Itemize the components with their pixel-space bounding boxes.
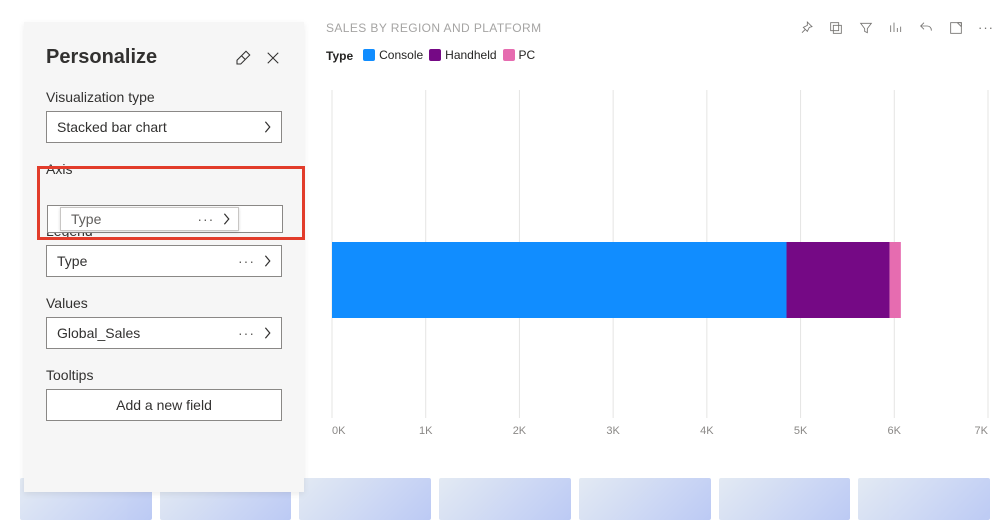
- legend-swatch: [503, 49, 515, 61]
- visualization-type-label: Visualization type: [46, 89, 282, 105]
- panel-header: Personalize: [46, 46, 282, 69]
- axis-label: Axis: [46, 161, 282, 177]
- values-label: Values: [46, 295, 282, 311]
- panel-title: Personalize: [46, 46, 157, 69]
- pin-icon[interactable]: [798, 20, 814, 36]
- personalize-panel: Personalize Visualization type Stacked b…: [24, 22, 304, 492]
- visual-toolbar: ···: [798, 20, 994, 36]
- copy-icon[interactable]: [828, 20, 844, 36]
- add-tooltips-button[interactable]: Add a new field: [46, 389, 282, 421]
- focus-icon[interactable]: [948, 20, 964, 36]
- x-axis-tick-label: 2K: [513, 425, 527, 437]
- chart-visual: SALES BY REGION AND PLATFORM ··· Type Co…: [320, 20, 1000, 480]
- legend-field-value: Type: [57, 253, 87, 269]
- legend-item[interactable]: PC: [503, 48, 536, 62]
- legend-swatch: [429, 49, 441, 61]
- values-section: Values Global_Sales ···: [46, 295, 282, 349]
- chevron-right-icon: [263, 326, 273, 340]
- bar-segment[interactable]: [332, 242, 787, 318]
- legend-item[interactable]: Console: [363, 48, 423, 62]
- visualization-type-select[interactable]: Stacked bar chart: [46, 111, 282, 143]
- chevron-right-icon: [263, 254, 273, 268]
- x-axis-tick-label: 3K: [606, 425, 620, 437]
- x-axis-tick-label: 4K: [700, 425, 714, 437]
- tooltips-label: Tooltips: [46, 367, 282, 383]
- insights-icon[interactable]: [888, 20, 904, 36]
- legend-swatch: [363, 49, 375, 61]
- filter-icon[interactable]: [858, 20, 874, 36]
- bar-segment[interactable]: [787, 242, 890, 318]
- values-field[interactable]: Global_Sales ···: [46, 317, 282, 349]
- add-tooltips-label: Add a new field: [116, 397, 212, 413]
- x-axis-tick-label: 7K: [975, 425, 989, 437]
- chart-header: SALES BY REGION AND PLATFORM ···: [320, 20, 1000, 36]
- x-axis-tick-label: 6K: [888, 425, 902, 437]
- x-axis-tick-label: 0K: [332, 425, 346, 437]
- legend-field[interactable]: Type ···: [46, 245, 282, 277]
- close-icon[interactable]: [264, 49, 282, 67]
- bar-segment[interactable]: [890, 242, 901, 318]
- legend-item[interactable]: Handheld: [429, 48, 496, 62]
- chart-plot-area[interactable]: 0K 1K 2K 3K 4K 5K 6K 7K: [326, 80, 994, 438]
- values-field-value: Global_Sales: [57, 325, 140, 341]
- x-axis-tick-label: 5K: [794, 425, 808, 437]
- chart-title: SALES BY REGION AND PLATFORM: [326, 21, 541, 35]
- tooltips-section: Tooltips Add a new field: [46, 367, 282, 421]
- axis-drag-chip[interactable]: Type ···: [60, 207, 239, 231]
- undo-icon[interactable]: [918, 20, 934, 36]
- more-icon[interactable]: ···: [197, 211, 214, 227]
- legend-item-label: Handheld: [445, 48, 496, 62]
- axis-section: Axis: [46, 161, 282, 177]
- visualization-type-value: Stacked bar chart: [57, 119, 167, 135]
- x-axis-tick-label: 1K: [419, 425, 433, 437]
- panel-actions: [234, 49, 282, 67]
- legend-title: Type: [326, 49, 353, 63]
- eraser-icon[interactable]: [234, 49, 252, 67]
- visualization-type-section: Visualization type Stacked bar chart: [46, 89, 282, 143]
- legend-item-label: PC: [519, 48, 536, 62]
- chart-legend: Type Console Handheld PC: [320, 48, 1000, 64]
- legend-item-label: Console: [379, 48, 423, 62]
- chevron-right-icon: [222, 212, 232, 226]
- more-options-icon[interactable]: ···: [978, 20, 994, 36]
- more-icon[interactable]: ···: [238, 325, 255, 341]
- chevron-right-icon: [263, 120, 273, 134]
- axis-drag-chip-label: Type: [71, 211, 101, 227]
- more-icon[interactable]: ···: [238, 253, 255, 269]
